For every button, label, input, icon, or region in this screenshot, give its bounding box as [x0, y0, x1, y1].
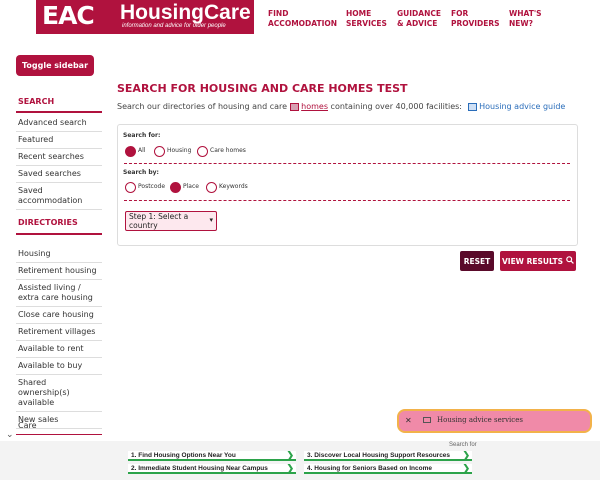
search-panel: Search for: All Housing Care homes Searc… [117, 124, 578, 246]
sidebar-item-available-to-rent[interactable]: Available to rent [16, 341, 102, 358]
nav-label: FOR [451, 9, 469, 18]
flag-icon [289, 102, 299, 111]
advice-toast[interactable]: ✕ Housing advice services [397, 409, 592, 433]
sidebar-item-featured[interactable]: Featured [16, 132, 102, 149]
book-icon [423, 417, 431, 423]
intro-suffix: containing over 40,000 facilities: [330, 102, 463, 111]
sidebar-item-shared-ownership[interactable]: Shared ownership(s) available [16, 375, 102, 412]
sidebar-item-available-to-buy[interactable]: Available to buy [16, 358, 102, 375]
sidebar-item-retirement-housing[interactable]: Retirement housing [16, 263, 102, 280]
intro-prefix: Search our directories of housing and ca… [117, 102, 288, 111]
search-by-label: Search by: [123, 169, 159, 176]
site-logo[interactable]: EAC HousingCare information and advice f… [36, 0, 254, 34]
section-divider [124, 200, 570, 201]
homes-link[interactable]: homes [301, 102, 328, 111]
radio-all[interactable] [125, 146, 136, 157]
ad-label: Search for [449, 442, 477, 448]
chevron-right-icon: ❯ [286, 450, 294, 460]
radio-place-label: Place [183, 183, 199, 190]
nav-find-accommodation[interactable]: FIND ACCOMODATION [268, 9, 337, 29]
ad-link-text: 1. Find Housing Options Near You [131, 452, 236, 459]
logo-tagline: information and advice for older people [122, 23, 226, 29]
sidebar-search-list: Advanced search Featured Recent searches… [16, 115, 102, 210]
search-for-label: Search for: [123, 132, 161, 139]
sidebar-item-advanced-search[interactable]: Advanced search [16, 115, 102, 132]
radio-place[interactable] [170, 182, 181, 193]
logo-brand-name: HousingCare [120, 1, 251, 24]
radio-housing-label: Housing [167, 147, 192, 154]
sidebar-divider [16, 434, 102, 435]
country-select-value: Step 1: Select a country [129, 212, 189, 230]
nav-label: ACCOMODATION [268, 19, 338, 28]
sidebar-divider [16, 111, 102, 113]
ad-link[interactable]: 2. Immediate Student Housing Near Campus… [128, 463, 296, 474]
site-header: EAC HousingCare information and advice f… [0, 0, 600, 34]
radio-care-homes-label: Care homes [210, 147, 246, 154]
ad-link[interactable]: 1. Find Housing Options Near You ❯ [128, 450, 296, 461]
radio-housing[interactable] [154, 146, 165, 157]
ad-link[interactable]: 4. Housing for Seniors Based on Income ❯ [304, 463, 472, 474]
sidebar-item-saved-accommodation[interactable]: Saved accommodation [16, 183, 102, 210]
sidebar-directories-list: Housing Retirement housing Assisted livi… [16, 246, 102, 429]
ad-link-text: 3. Discover Local Housing Support Resour… [307, 452, 451, 459]
nav-for-providers[interactable]: FOR PROVIDERS [451, 9, 500, 29]
intro-text: Search our directories of housing and ca… [117, 102, 565, 111]
sidebar-care-heading[interactable]: Care [18, 421, 37, 430]
chevron-right-icon: ❯ [462, 450, 470, 460]
chevron-down-icon[interactable]: ⌄ [6, 429, 14, 440]
book-icon [467, 102, 477, 111]
chevron-right-icon: ❯ [462, 463, 470, 473]
ad-link-text: 4. Housing for Seniors Based on Income [307, 465, 432, 472]
nav-label: GUIDANCE [397, 9, 441, 18]
sidebar-item-recent-searches[interactable]: Recent searches [16, 149, 102, 166]
nav-label: HOME [346, 9, 372, 18]
nav-whats-new[interactable]: WHAT'S NEW? [509, 9, 542, 29]
chevron-right-icon: ❯ [286, 463, 294, 473]
sidebar-item-assisted-living[interactable]: Assisted living / extra care housing [16, 280, 102, 307]
view-results-label: VIEW RESULTS [501, 256, 564, 266]
radio-care-homes[interactable] [197, 146, 208, 157]
nav-label: & ADVICE [397, 19, 438, 28]
toggle-sidebar-button[interactable]: Toggle sidebar [16, 55, 94, 76]
view-results-button[interactable]: VIEW RESULTS [500, 251, 576, 271]
section-divider [124, 163, 570, 164]
nav-home-services[interactable]: HOME SERVICES [346, 9, 387, 29]
reset-button[interactable]: RESET [460, 251, 494, 271]
nav-label: PROVIDERS [451, 19, 500, 28]
ad-link-text: 2. Immediate Student Housing Near Campus [131, 465, 268, 472]
radio-postcode[interactable] [125, 182, 136, 193]
nav-label: NEW? [509, 19, 534, 28]
logo-mark: EAC [42, 1, 95, 30]
radio-all-label: All [138, 147, 146, 154]
sidebar-directories-heading: DIRECTORIES [18, 218, 78, 227]
nav-label: SERVICES [346, 19, 387, 28]
ad-link[interactable]: 3. Discover Local Housing Support Resour… [304, 450, 472, 461]
sidebar-item-retirement-villages[interactable]: Retirement villages [16, 324, 102, 341]
radio-keywords[interactable] [206, 182, 217, 193]
sidebar-item-housing[interactable]: Housing [16, 246, 102, 263]
radio-keywords-label: Keywords [219, 183, 248, 190]
radio-postcode-label: Postcode [138, 183, 166, 190]
close-icon[interactable]: ✕ [405, 416, 412, 425]
sidebar-item-saved-searches[interactable]: Saved searches [16, 166, 102, 183]
nav-label: FIND [268, 9, 289, 18]
search-icon [566, 256, 574, 266]
sidebar-search-heading: SEARCH [18, 97, 55, 106]
country-select[interactable]: Step 1: Select a country ▾ [125, 211, 217, 231]
sidebar-divider [16, 233, 102, 235]
ad-bar: Search for 1. Find Housing Options Near … [0, 441, 600, 480]
toast-text: Housing advice services [437, 416, 523, 424]
nav-guidance-advice[interactable]: GUIDANCE & ADVICE [397, 9, 441, 29]
page-title: SEARCH FOR HOUSING AND CARE HOMES TEST [117, 82, 408, 95]
sidebar-item-close-care-housing[interactable]: Close care housing [16, 307, 102, 324]
nav-label: WHAT'S [509, 9, 542, 18]
chevron-down-icon: ▾ [209, 216, 213, 224]
housing-advice-guide-link[interactable]: Housing advice guide [479, 102, 565, 111]
